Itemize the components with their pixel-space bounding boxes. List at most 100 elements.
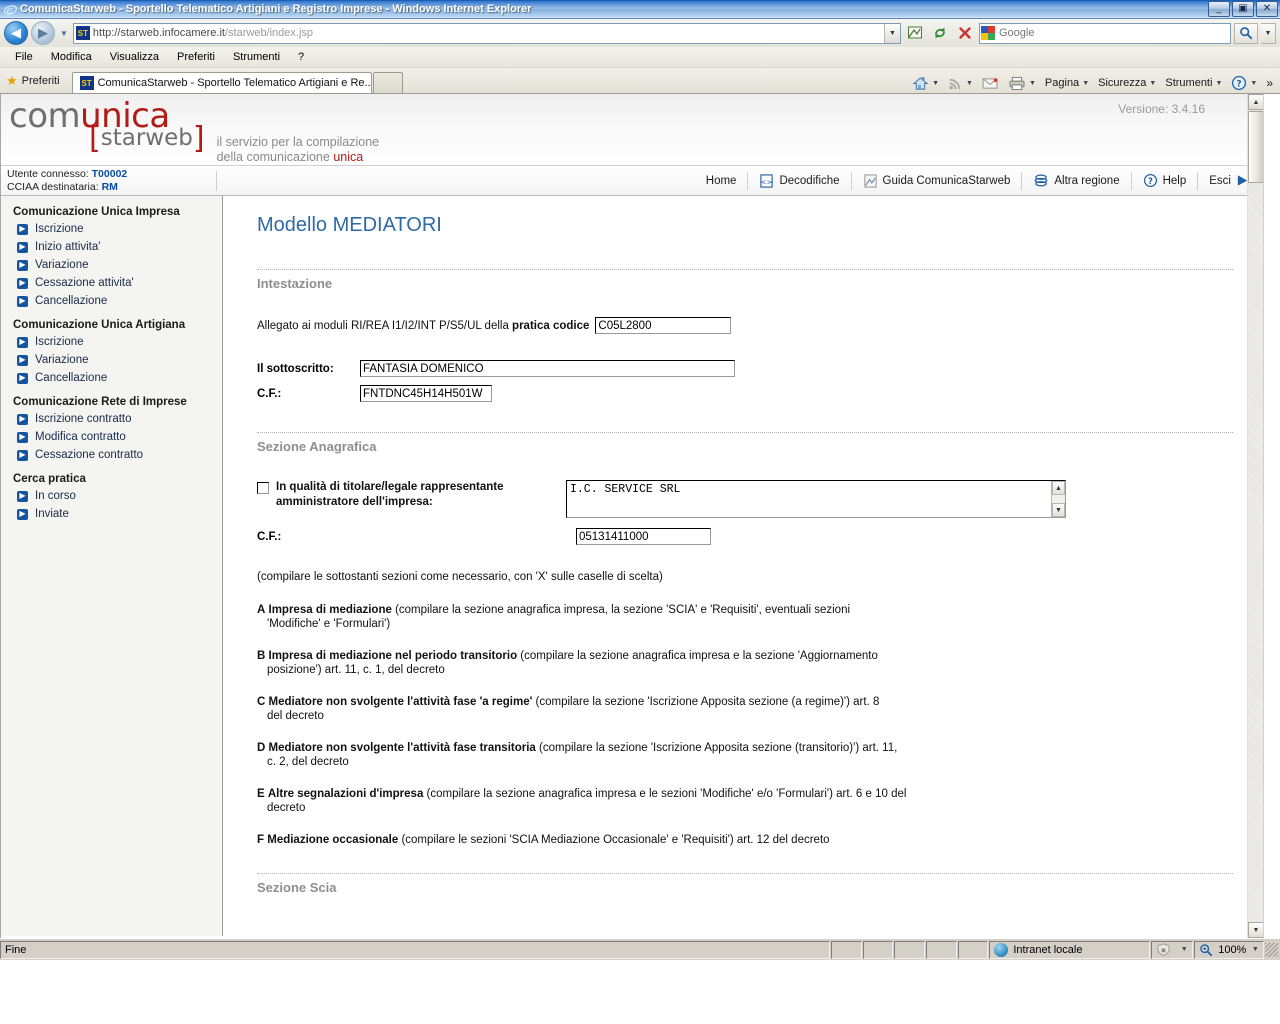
page-content: com unica [starweb] il servizio per la co… bbox=[0, 94, 1264, 938]
protected-mode-cell[interactable]: ▼ bbox=[1150, 940, 1193, 959]
menu-modifica[interactable]: Modifica bbox=[42, 49, 101, 65]
sidebar-item-rete-cessazione-contratto[interactable]: ▶ Cessazione contratto bbox=[17, 449, 222, 461]
sidebar-group-title-artigiana: Comunicazione Unica Artigiana bbox=[13, 319, 186, 331]
feeds-caret-icon[interactable]: ▼ bbox=[966, 80, 973, 87]
refresh-icon[interactable] bbox=[929, 22, 951, 44]
menu-preferiti[interactable]: Preferiti bbox=[168, 49, 224, 65]
strumenti-caret-icon[interactable]: ▼ bbox=[1215, 80, 1222, 87]
command-pagina[interactable]: Pagina ▼ bbox=[1042, 77, 1092, 89]
sidebar-item-artigiana-variazione[interactable]: ▶ Variazione bbox=[17, 354, 222, 366]
nav-altra-regione[interactable]: Altra regione bbox=[1022, 171, 1132, 190]
sidebar-item-cerca-inviate[interactable]: ▶ Inviate bbox=[17, 508, 222, 520]
new-tab-button[interactable] bbox=[372, 72, 403, 93]
feeds-button[interactable]: ▼ bbox=[945, 76, 976, 91]
section-title-scia: Sezione Scia bbox=[257, 880, 337, 895]
mail-button[interactable] bbox=[979, 77, 1002, 90]
option-a-bold: Impresa di mediazione bbox=[268, 604, 392, 616]
scrollbar-thumb[interactable] bbox=[1248, 111, 1263, 183]
option-a-letter: A bbox=[257, 604, 266, 616]
favorites-button[interactable]: ★ Preferiti bbox=[0, 73, 68, 93]
option-a-cont: 'Modifiche' e 'Formulari') bbox=[267, 618, 391, 630]
qualita-label-line2: amministratore dell'impresa: bbox=[276, 496, 433, 508]
search-provider-dropdown-icon[interactable]: ▼ bbox=[1261, 22, 1276, 44]
compile-note: (compilare le sottostanti sezioni come n… bbox=[257, 571, 663, 583]
zoom-cell[interactable]: 100% ▼ bbox=[1193, 940, 1264, 959]
version-label: Versione: 3.4.16 bbox=[1118, 102, 1205, 116]
search-input[interactable]: Google bbox=[979, 22, 1231, 44]
pagina-caret-icon[interactable]: ▼ bbox=[1082, 80, 1089, 87]
sidebar-item-rete-modifica-contratto[interactable]: ▶ Modifica contratto bbox=[17, 431, 222, 443]
option-a: A Impresa di mediazione (compilare la se… bbox=[257, 603, 1233, 631]
sidebar-item-cerca-in-corso[interactable]: ▶ In corso bbox=[17, 490, 222, 502]
command-help[interactable]: ? ▼ bbox=[1228, 75, 1260, 91]
forward-button[interactable]: ▶ bbox=[31, 21, 55, 45]
scroll-down-button[interactable]: ▼ bbox=[1248, 922, 1263, 938]
sidebar-item-artigiana-cancellazione[interactable]: ▶ Cancellazione bbox=[17, 372, 222, 384]
tab-comunicastarweb[interactable]: ST ComunicaStarweb - Sportello Telematic… bbox=[71, 72, 372, 93]
home-caret-icon[interactable]: ▼ bbox=[932, 80, 939, 87]
url-dropdown-icon[interactable]: ▼ bbox=[884, 23, 900, 43]
qualita-checkbox[interactable] bbox=[257, 482, 269, 494]
scrollbar-track[interactable] bbox=[1248, 110, 1263, 922]
back-button[interactable]: ◀ bbox=[4, 21, 28, 45]
option-f-bold: Mediazione occasionale bbox=[267, 834, 399, 846]
menu-visualizza[interactable]: Visualizza bbox=[101, 49, 168, 65]
security-zone-cell[interactable]: Intranet locale bbox=[989, 940, 1150, 959]
command-strumenti[interactable]: Strumenti ▼ bbox=[1162, 77, 1225, 89]
pratica-codice-input[interactable] bbox=[595, 317, 732, 334]
menu-strumenti[interactable]: Strumenti bbox=[224, 49, 289, 65]
shield-lock-icon bbox=[1157, 943, 1170, 956]
scroll-down-icon[interactable]: ▼ bbox=[1052, 503, 1065, 517]
nav-decodifiche[interactable]: <> Decodifiche bbox=[748, 171, 852, 190]
help-caret-icon[interactable]: ▼ bbox=[1250, 80, 1257, 87]
menu-help[interactable]: ? bbox=[289, 49, 313, 65]
command-overflow[interactable]: » bbox=[1263, 76, 1276, 90]
print-button[interactable]: ▼ bbox=[1005, 76, 1039, 91]
nav-guida[interactable]: Guida ComunicaStarweb bbox=[852, 171, 1023, 190]
sidebar-item-impresa-variazione[interactable]: ▶ Variazione bbox=[17, 259, 222, 271]
scroll-up-icon[interactable]: ▲ bbox=[1052, 481, 1065, 495]
sidebar-item-impresa-cessazione-attivita[interactable]: ▶ Cessazione attivita' bbox=[17, 277, 222, 289]
recent-pages-dropdown-icon[interactable]: ▼ bbox=[60, 29, 68, 38]
scroll-up-button[interactable]: ▲ bbox=[1248, 94, 1263, 110]
sidebar-item-impresa-inizio-attivita[interactable]: ▶ Inizio attivita' bbox=[17, 241, 222, 253]
option-e-cont: decreto bbox=[267, 802, 306, 814]
restore-button[interactable]: ▣ bbox=[1232, 1, 1254, 17]
status-text-cell: Fine bbox=[0, 940, 830, 959]
home-button[interactable]: ▼ bbox=[909, 76, 942, 91]
sidebar-label: Inizio attivita' bbox=[35, 241, 101, 253]
command-sicurezza[interactable]: Sicurezza ▼ bbox=[1095, 77, 1159, 89]
zoom-caret-icon[interactable]: ▼ bbox=[1252, 946, 1259, 953]
command-strumenti-label: Strumenti bbox=[1165, 77, 1213, 89]
zoom-icon bbox=[1199, 943, 1212, 956]
sidebar-item-impresa-cancellazione[interactable]: ▶ Cancellazione bbox=[17, 295, 222, 307]
menu-file[interactable]: File bbox=[6, 49, 42, 65]
protected-mode-caret-icon[interactable]: ▼ bbox=[1181, 946, 1188, 953]
cf-impresa-input[interactable] bbox=[576, 528, 711, 545]
row-sottoscritto: Il sottoscritto: bbox=[257, 360, 1233, 377]
minimize-button[interactable]: _ bbox=[1208, 1, 1230, 17]
sidebar-item-rete-iscrizione-contratto[interactable]: ▶ Iscrizione contratto bbox=[17, 413, 222, 425]
impresa-textarea[interactable]: I.C. SERVICE SRL bbox=[566, 480, 1066, 518]
nav-help[interactable]: ? Help bbox=[1132, 171, 1199, 190]
sidebar-item-artigiana-iscrizione[interactable]: ▶ Iscrizione bbox=[17, 336, 222, 348]
browser-viewport: com unica [starweb] il servizio per la co… bbox=[0, 94, 1280, 938]
textarea-scrollbar[interactable]: ▲ ▼ bbox=[1051, 481, 1065, 517]
compatibility-view-icon[interactable] bbox=[904, 22, 926, 44]
option-d: D Mediatore non svolgente l'attività fas… bbox=[257, 741, 1233, 769]
print-caret-icon[interactable]: ▼ bbox=[1029, 80, 1036, 87]
stop-icon[interactable] bbox=[954, 22, 976, 44]
url-input[interactable]: ST http://starweb.infocamere.it/starweb/… bbox=[72, 22, 901, 44]
sidebar-item-impresa-iscrizione[interactable]: ▶ Iscrizione bbox=[17, 223, 222, 235]
sottoscritto-input[interactable] bbox=[360, 360, 735, 377]
sicurezza-caret-icon[interactable]: ▼ bbox=[1149, 80, 1156, 87]
cf-sottoscritto-input[interactable] bbox=[360, 385, 492, 402]
user-ciaa-label: CCIAA destinataria: bbox=[7, 180, 99, 193]
search-go-icon[interactable] bbox=[1234, 22, 1258, 44]
resize-grip[interactable] bbox=[1264, 942, 1278, 957]
nav-home[interactable]: Home bbox=[695, 171, 749, 190]
page-scrollbar[interactable]: ▲ ▼ bbox=[1247, 94, 1263, 938]
nav-esci[interactable]: Esci bbox=[1198, 172, 1253, 190]
logo-bracket-open: [ bbox=[89, 121, 101, 156]
close-button[interactable]: ✕ bbox=[1256, 1, 1278, 17]
